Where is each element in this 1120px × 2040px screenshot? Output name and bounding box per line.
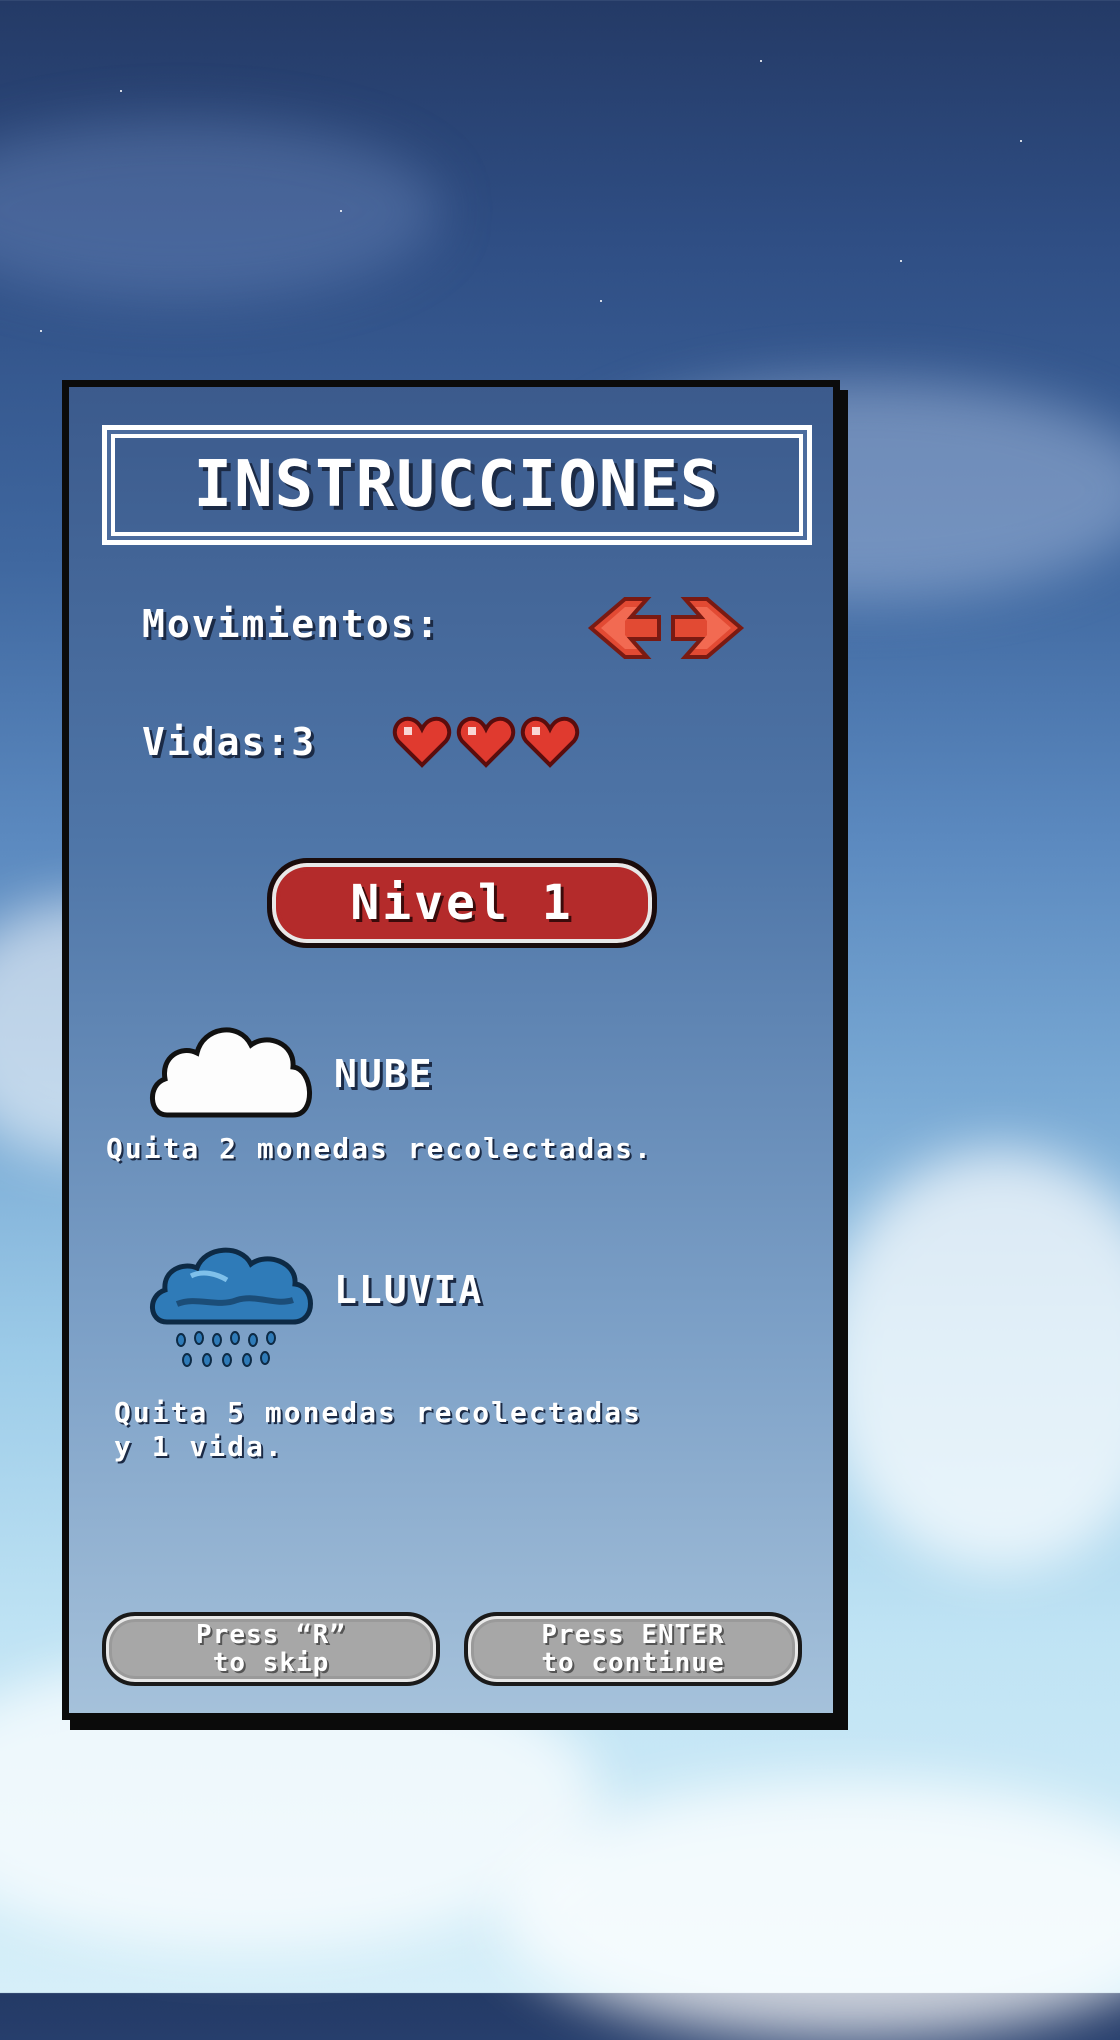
- rain-cloud-icon: [150, 1247, 313, 1367]
- instructions-panel: INSTRUCCIONES Movimientos: Vidas:3 Nivel…: [62, 380, 840, 1720]
- level-badge: Nivel 1: [267, 858, 657, 948]
- lives-hearts: [392, 715, 580, 769]
- lluvia-description-line1: Quita 5 monedas recolectadas: [114, 1396, 643, 1429]
- heart-icon: [520, 716, 580, 768]
- continue-button[interactable]: Press ENTER to continue: [464, 1612, 802, 1686]
- lluvia-description-line2: y 1 vida.: [114, 1430, 284, 1463]
- lluvia-description: Quita 5 monedas recolectadas y 1 vida.: [114, 1396, 642, 1464]
- nube-name: NUBE: [334, 1052, 434, 1096]
- heart-icon: [392, 716, 452, 768]
- movimientos-label: Movimientos:: [142, 602, 441, 646]
- lluvia-name: LLUVIA: [334, 1268, 484, 1312]
- continue-button-line2: to continue: [541, 1648, 725, 1678]
- nube-description: Quita 2 monedas recolectadas.: [106, 1132, 653, 1165]
- heart-icon: [456, 716, 516, 768]
- continue-button-line1: Press ENTER: [541, 1620, 725, 1650]
- vidas-label: Vidas:3: [142, 720, 317, 764]
- arrow-left-icon: [587, 597, 661, 659]
- skip-button[interactable]: Press “R” to skip: [102, 1612, 440, 1686]
- movement-icons: [587, 595, 745, 661]
- skip-button-line1: Press “R”: [196, 1620, 346, 1650]
- cloud-icon: [150, 1027, 312, 1118]
- panel-title: INSTRUCCIONES: [193, 448, 721, 522]
- title-frame: INSTRUCCIONES: [102, 425, 812, 545]
- skip-button-line2: to skip: [212, 1648, 330, 1678]
- level-label: Nivel 1: [350, 875, 574, 931]
- arrow-right-icon: [671, 597, 745, 659]
